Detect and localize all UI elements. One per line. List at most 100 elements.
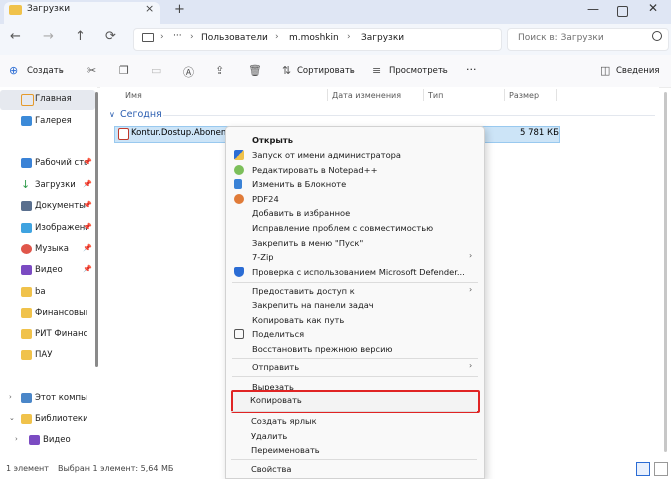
chevron-down-icon[interactable]: ∨ xyxy=(109,110,115,119)
menu-item-send-to[interactable]: Отправить › xyxy=(226,360,484,374)
sidebar-scrollbar[interactable] xyxy=(95,92,98,367)
pin-icon: 📌 xyxy=(83,180,92,188)
menu-item-pdf24[interactable]: PDF24 xyxy=(226,192,484,206)
column-divider[interactable] xyxy=(423,89,424,101)
column-divider[interactable] xyxy=(556,89,557,101)
menu-item-edit-notepad[interactable]: Изменить в Блокноте xyxy=(226,177,484,191)
sidebar-item-library-videos[interactable]: Видео xyxy=(8,431,103,451)
menu-item-pin-start[interactable]: Закрепить в меню "Пуск" xyxy=(226,236,484,250)
menu-item-label: Проверка с использованием Microsoft Defe… xyxy=(252,267,465,277)
details-button[interactable]: Сведения xyxy=(616,66,659,76)
download-icon: ↓ xyxy=(21,178,31,191)
menu-item-share-access[interactable]: Предоставить доступ к › xyxy=(226,284,484,298)
sidebar-item-folder-ba[interactable]: ba xyxy=(0,283,95,303)
menu-item-copy[interactable]: Копировать xyxy=(231,390,480,413)
sidebar-item-pictures[interactable]: Изображения 📌 xyxy=(0,219,95,239)
sidebar-item-documents[interactable]: Документы 📌 xyxy=(0,197,95,217)
refresh-button[interactable]: ⟳ xyxy=(105,29,116,44)
menu-item-7zip[interactable]: 7-Zip › xyxy=(226,250,484,264)
sidebar-item-this-pc[interactable]: Этот компьютер xyxy=(0,389,95,409)
menu-item-label: Копировать xyxy=(250,395,302,405)
sidebar-item-libraries[interactable]: Библиотеки xyxy=(0,410,95,430)
minimize-button[interactable]: — xyxy=(587,2,599,16)
window-close-button[interactable]: ✕ xyxy=(648,1,658,15)
details-view-button[interactable] xyxy=(636,462,650,476)
folder-icon xyxy=(9,5,22,15)
sort-button[interactable]: Сортировать xyxy=(297,66,355,76)
sidebar-item-label: Галерея xyxy=(35,116,72,126)
tab-close-button[interactable]: × xyxy=(145,2,154,15)
gallery-icon xyxy=(21,116,32,126)
sidebar-item-downloads[interactable]: ↓ Загрузки 📌 xyxy=(0,176,95,196)
menu-separator xyxy=(232,358,478,359)
up-button[interactable]: ↑ xyxy=(75,29,86,44)
sidebar-item-label: Видео xyxy=(35,265,63,275)
cut-icon[interactable]: ✂ xyxy=(87,64,96,77)
column-divider[interactable] xyxy=(327,89,328,101)
menu-item-create-shortcut[interactable]: Создать ярлык xyxy=(225,414,483,428)
menu-item-add-favorites[interactable]: Добавить в избранное xyxy=(226,206,484,220)
menu-item-run-as-admin[interactable]: Запуск от имени администратора xyxy=(226,148,484,162)
breadcrumb-downloads[interactable]: Загрузки xyxy=(361,33,404,43)
sidebar-item-folder-pau[interactable]: ПАУ xyxy=(0,346,95,366)
sidebar-item-desktop[interactable]: Рабочий стол 📌 xyxy=(0,154,95,174)
menu-item-pin-taskbar[interactable]: Закрепить на панели задач xyxy=(226,298,484,312)
column-header-size[interactable]: Размер xyxy=(509,91,539,100)
content-scrollbar[interactable] xyxy=(664,92,667,452)
menu-item-edit-notepadpp[interactable]: Редактировать в Notepad++ xyxy=(226,163,484,177)
menu-item-copy-path[interactable]: Копировать как путь xyxy=(226,313,484,327)
menu-item-restore-version[interactable]: Восстановить прежнюю версию xyxy=(226,342,484,356)
chevron-down-icon: ⌄ xyxy=(440,66,446,74)
menu-item-label: Изменить в Блокноте xyxy=(252,179,347,189)
desktop-icon xyxy=(21,158,32,168)
menu-item-label: Закрепить на панели задач xyxy=(252,300,374,310)
sidebar-item-videos[interactable]: Видео 📌 xyxy=(0,261,95,281)
menu-item-properties[interactable]: Свойства xyxy=(225,462,483,476)
column-header-name[interactable]: Имя xyxy=(125,91,142,100)
pin-icon: 📌 xyxy=(83,265,92,273)
menu-item-defender[interactable]: Проверка с использованием Microsoft Defe… xyxy=(226,265,484,279)
sidebar-item-folder-finance[interactable]: Финансовый анализ xyxy=(0,304,95,324)
back-button[interactable]: ← xyxy=(10,29,21,44)
menu-separator xyxy=(232,376,478,377)
breadcrumb-users[interactable]: Пользователи xyxy=(201,33,268,43)
menu-item-share[interactable]: Поделиться xyxy=(226,327,484,341)
rename-icon[interactable]: Ⓐ xyxy=(183,64,194,80)
new-tab-button[interactable]: + xyxy=(174,2,185,17)
menu-item-label: Исправление проблем с совместимостью xyxy=(252,223,434,233)
tiles-view-button[interactable] xyxy=(654,462,668,476)
computer-icon xyxy=(21,393,32,403)
column-divider[interactable] xyxy=(504,89,505,101)
search-placeholder: Поиск в: Загрузки xyxy=(518,33,604,43)
more-button[interactable]: ··· xyxy=(466,63,477,76)
group-header-today[interactable]: Сегодня xyxy=(120,109,162,120)
delete-icon[interactable]: 🗑 xyxy=(248,64,262,77)
view-button[interactable]: Просмотреть xyxy=(389,66,448,76)
share-icon[interactable]: ⇪ xyxy=(215,64,224,77)
menu-item-delete[interactable]: Удалить xyxy=(225,429,483,443)
menu-item-open[interactable]: Открыть xyxy=(226,133,484,147)
sidebar-item-gallery[interactable]: Галерея xyxy=(0,112,95,132)
notepadpp-icon xyxy=(234,165,244,175)
chevron-right-icon: › xyxy=(469,285,473,294)
paste-icon[interactable]: ▭ xyxy=(151,64,161,77)
forward-button[interactable]: → xyxy=(43,29,54,44)
sidebar-item-home[interactable]: Главная xyxy=(0,90,95,110)
maximize-button[interactable] xyxy=(617,6,628,17)
menu-item-rename[interactable]: Переименовать xyxy=(225,443,483,457)
column-header-type[interactable]: Тип xyxy=(428,91,443,100)
pictures-icon xyxy=(21,223,32,233)
more-locations-button[interactable]: ··· xyxy=(173,31,182,41)
pdf24-icon xyxy=(234,194,244,204)
sidebar-item-folder-rit[interactable]: РИТ Финансы xyxy=(0,325,95,345)
shield-icon xyxy=(234,150,244,160)
pin-icon: 📌 xyxy=(83,201,92,209)
breadcrumb-user[interactable]: m.moshkin xyxy=(289,33,339,43)
column-header-modified[interactable]: Дата изменения xyxy=(332,91,401,100)
copy-icon[interactable]: ❐ xyxy=(119,64,129,77)
menu-item-fix-compat[interactable]: Исправление проблем с совместимостью xyxy=(226,221,484,235)
menu-item-label: Свойства xyxy=(251,464,292,474)
sidebar-item-music[interactable]: Музыка 📌 xyxy=(0,240,95,260)
monitor-icon xyxy=(142,33,154,42)
chevron-right-icon: › xyxy=(469,251,473,260)
